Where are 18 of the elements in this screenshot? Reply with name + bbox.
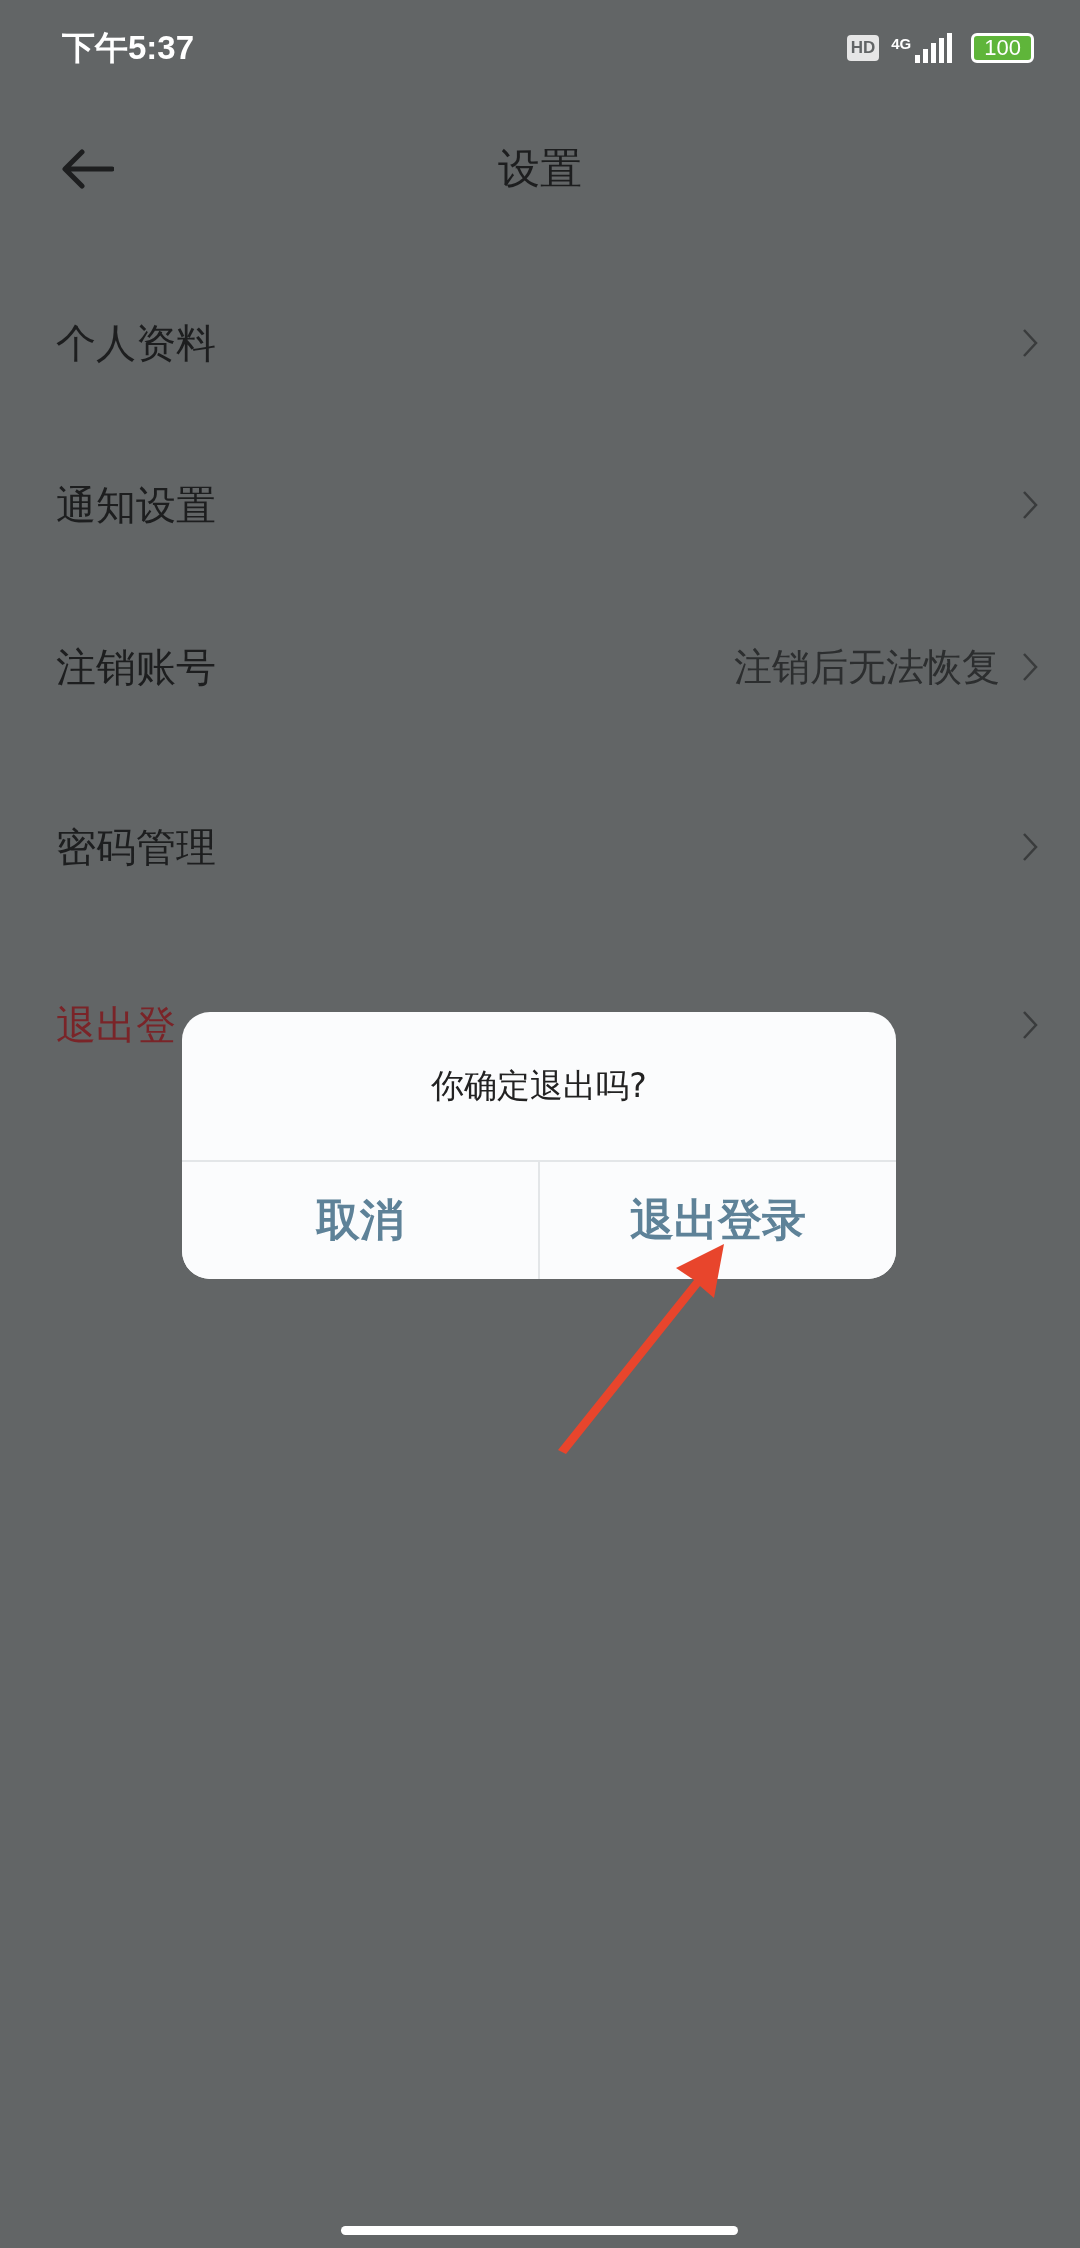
setting-item[interactable]: 个人资料 bbox=[56, 315, 216, 371]
chevron-right-icon bbox=[1022, 328, 1038, 358]
back-arrow-icon[interactable] bbox=[62, 149, 114, 189]
hd-badge: HD bbox=[846, 35, 880, 61]
battery-indicator: 100 bbox=[971, 33, 1034, 63]
setting-item[interactable]: 通知设置 bbox=[56, 477, 216, 533]
setting-item[interactable]: 密码管理 bbox=[56, 819, 216, 875]
confirm-button[interactable]: 退出登录 bbox=[538, 1162, 896, 1279]
network-label: 4G bbox=[891, 35, 912, 52]
chevron-right-icon bbox=[1022, 1010, 1038, 1040]
chevron-right-icon bbox=[1022, 652, 1038, 682]
setting-item[interactable]: 注销账号 bbox=[56, 639, 216, 695]
setting-item[interactable]: 退出登 bbox=[56, 997, 176, 1053]
chevron-right-icon bbox=[1022, 490, 1038, 520]
page-title: 设置 bbox=[498, 143, 582, 195]
signal-icon bbox=[915, 33, 954, 63]
status-time: 下午5:37 bbox=[62, 27, 195, 68]
chevron-right-icon bbox=[1022, 832, 1038, 862]
